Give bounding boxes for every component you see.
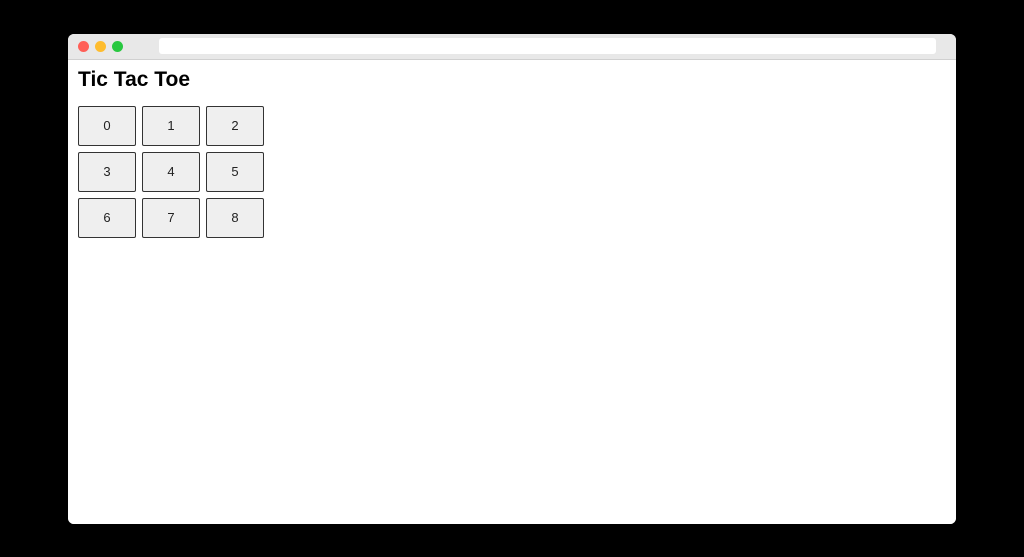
cell-7[interactable]: 7 bbox=[142, 198, 200, 238]
page-title: Tic Tac Toe bbox=[78, 68, 946, 92]
cell-4[interactable]: 4 bbox=[142, 152, 200, 192]
cell-1[interactable]: 1 bbox=[142, 106, 200, 146]
url-bar[interactable] bbox=[159, 38, 936, 54]
page-content: Tic Tac Toe 0 1 2 3 4 5 6 7 8 bbox=[68, 60, 956, 524]
cell-3[interactable]: 3 bbox=[78, 152, 136, 192]
game-board: 0 1 2 3 4 5 6 7 8 bbox=[78, 106, 946, 238]
minimize-icon[interactable] bbox=[95, 41, 106, 52]
cell-0[interactable]: 0 bbox=[78, 106, 136, 146]
browser-window: Tic Tac Toe 0 1 2 3 4 5 6 7 8 bbox=[68, 34, 956, 524]
cell-6[interactable]: 6 bbox=[78, 198, 136, 238]
cell-2[interactable]: 2 bbox=[206, 106, 264, 146]
cell-5[interactable]: 5 bbox=[206, 152, 264, 192]
maximize-icon[interactable] bbox=[112, 41, 123, 52]
cell-8[interactable]: 8 bbox=[206, 198, 264, 238]
window-titlebar bbox=[68, 34, 956, 60]
close-icon[interactable] bbox=[78, 41, 89, 52]
